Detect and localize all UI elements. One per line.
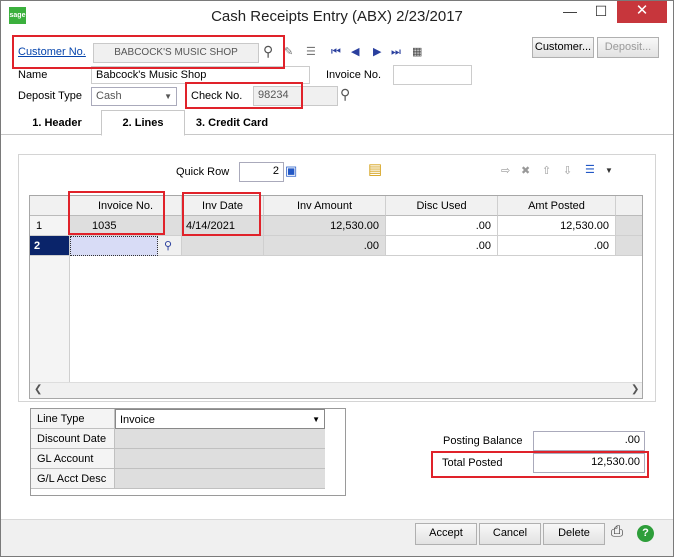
column-header-inv-date[interactable]: Inv Date	[182, 196, 264, 216]
chevron-down-icon: ▼	[312, 415, 320, 424]
gl-acct-desc-label: G/L Acct Desc	[31, 469, 115, 489]
customer-lookup-icon[interactable]: ⚲	[263, 44, 273, 58]
scroll-right-icon[interactable]: ❯	[631, 384, 639, 395]
invoice-lookup-icon[interactable]: ⚲	[158, 236, 182, 256]
invoice-no-cell[interactable]: 1035	[70, 216, 182, 236]
column-header-invoice-no[interactable]: Invoice No.	[70, 196, 182, 216]
customer-edit-icon[interactable]: ✎	[284, 45, 293, 59]
gl-account-label: GL Account	[31, 449, 115, 469]
cash-receipts-window: sage Cash Receipts Entry (ABX) 2/23/2017…	[0, 0, 674, 557]
inv-date-cell[interactable]: 4/14/2021	[182, 216, 264, 236]
line-detail-panel: Line Type Invoice ▼ Discount Date GL Acc…	[30, 408, 346, 496]
deposit-type-value: Cash	[96, 90, 122, 102]
gl-acct-desc-field[interactable]	[115, 469, 325, 489]
column-header-disc-used[interactable]: Disc Used	[386, 196, 498, 216]
horizontal-scrollbar[interactable]: ❮ ❯	[30, 382, 642, 398]
check-no-label: Check No.	[191, 90, 243, 102]
posting-balance-label: Posting Balance	[443, 435, 523, 447]
delete-button[interactable]: Delete	[543, 523, 605, 545]
row-number-header	[30, 196, 70, 216]
posting-balance-value: .00	[533, 431, 645, 451]
extra-cell	[616, 216, 642, 236]
line-type-label: Line Type	[31, 409, 115, 429]
chevron-down-icon: ▼	[164, 92, 172, 101]
discount-date-field[interactable]	[115, 429, 325, 449]
cancel-button[interactable]: Cancel	[479, 523, 541, 545]
row-number-1[interactable]: 1	[30, 216, 70, 236]
move-down-icon[interactable]: ⇩	[563, 164, 572, 178]
grid-menu-chevron-icon[interactable]: ▼	[605, 164, 613, 178]
discount-date-label: Discount Date	[31, 429, 115, 449]
accept-button[interactable]: Accept	[415, 523, 477, 545]
calendar-icon[interactable]: ▦	[412, 45, 422, 59]
column-header-inv-amount[interactable]: Inv Amount	[264, 196, 386, 216]
column-header-amt-posted[interactable]: Amt Posted	[498, 196, 616, 216]
tab-bar: 1. Header 2. Lines 3. Credit Card	[1, 110, 673, 136]
extra-column-header	[616, 196, 642, 216]
inv-amount-cell[interactable]: .00	[264, 236, 386, 256]
customer-button[interactable]: Customer...	[532, 37, 594, 58]
tab-lines[interactable]: 2. Lines	[101, 110, 185, 136]
quick-row-label: Quick Row	[176, 166, 230, 178]
amt-posted-cell[interactable]: .00	[498, 236, 616, 256]
print-lines-icon[interactable]: ▤	[368, 162, 382, 177]
minimize-button[interactable]: —	[555, 1, 585, 23]
disc-used-cell[interactable]: .00	[386, 236, 498, 256]
previous-record-icon[interactable]: ◀	[351, 45, 359, 59]
line-type-value: Invoice	[120, 414, 155, 426]
deposit-button[interactable]: Deposit...	[597, 37, 659, 58]
lines-grid: Invoice No. Inv Date Inv Amount Disc Use…	[29, 195, 643, 399]
gl-account-field[interactable]	[115, 449, 325, 469]
inv-amount-cell[interactable]: 12,530.00	[264, 216, 386, 236]
total-posted-value: 12,530.00	[533, 453, 645, 473]
last-record-icon[interactable]: ⏭	[391, 45, 401, 59]
title-bar: sage Cash Receipts Entry (ABX) 2/23/2017…	[1, 1, 673, 32]
inv-date-cell[interactable]	[182, 236, 264, 256]
quick-row-field[interactable]: 2	[239, 162, 284, 182]
printer-icon[interactable]: ⎙	[611, 524, 623, 539]
disc-used-cell[interactable]: .00	[386, 216, 498, 236]
maximize-button[interactable]: ☐	[585, 1, 617, 23]
customer-memo-icon[interactable]: ☰	[306, 45, 316, 59]
move-up-icon[interactable]: ⇧	[542, 164, 551, 178]
check-no-field[interactable]: 98234	[253, 86, 338, 106]
total-posted-label: Total Posted	[442, 457, 503, 469]
next-record-icon[interactable]: ▶	[373, 45, 381, 59]
invoice-no-input[interactable]	[70, 236, 158, 256]
customer-no-link[interactable]: Customer No.	[18, 46, 86, 58]
first-record-icon[interactable]: ⏮	[331, 45, 341, 59]
tab-header[interactable]: 1. Header	[15, 113, 99, 135]
deposit-type-label: Deposit Type	[18, 90, 83, 102]
name-label: Name	[18, 69, 48, 81]
check-lookup-icon[interactable]: ⚲	[340, 87, 350, 101]
delete-row-icon[interactable]: ✖	[521, 164, 530, 178]
scroll-left-icon[interactable]: ❮	[34, 384, 42, 395]
line-type-select[interactable]: Invoice ▼	[115, 409, 325, 429]
amt-posted-cell[interactable]: 12,530.00	[498, 216, 616, 236]
tab-credit-card[interactable]: 3. Credit Card	[187, 113, 277, 135]
name-field[interactable]: Babcock's Music Shop	[91, 66, 310, 84]
row-number-2[interactable]: 2	[30, 236, 70, 256]
customize-grid-icon[interactable]: ☰	[585, 163, 595, 177]
extra-cell	[616, 236, 642, 256]
customer-no-field[interactable]: BABCOCK'S MUSIC SHOP	[93, 43, 259, 63]
invoice-no-field[interactable]	[393, 65, 472, 85]
insert-row-icon[interactable]: ⇨	[501, 164, 510, 178]
quick-row-go-icon[interactable]: ▣	[285, 164, 297, 178]
close-button[interactable]: ✕	[617, 1, 667, 23]
row-header-empty	[30, 256, 70, 382]
deposit-type-select[interactable]: Cash ▼	[91, 87, 177, 106]
invoice-no-label: Invoice No.	[326, 69, 382, 81]
help-icon[interactable]: ?	[637, 525, 654, 542]
